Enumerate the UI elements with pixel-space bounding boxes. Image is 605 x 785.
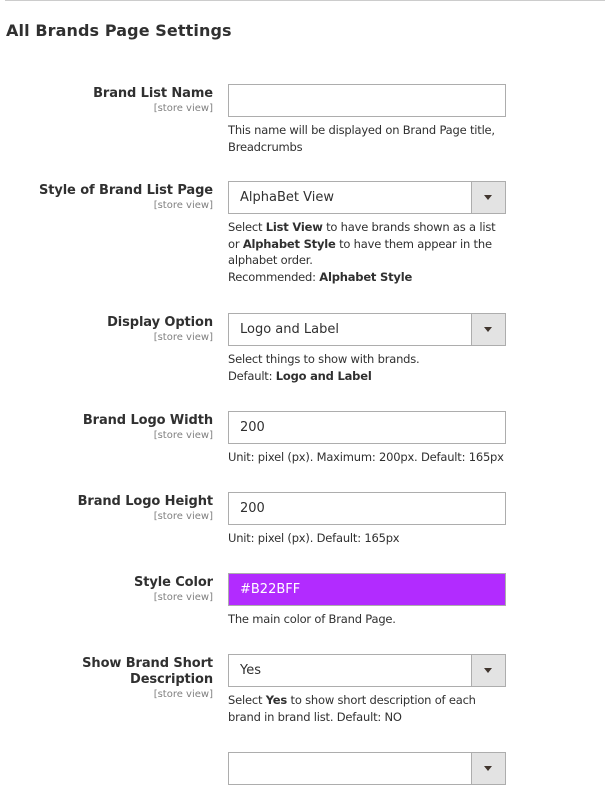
- field-label: Display Option: [107, 315, 213, 330]
- scope-label: [store view]: [153, 689, 213, 700]
- brand-logo-width-input[interactable]: [228, 411, 506, 444]
- style-color-input[interactable]: [228, 573, 506, 606]
- next-select-partial[interactable]: [228, 752, 506, 785]
- field-label-group: Show Brand Short Description [store view…: [0, 656, 213, 701]
- note-text: Recommended:: [228, 269, 320, 284]
- select-value: Yes: [240, 663, 261, 678]
- select-value: Logo and Label: [240, 322, 339, 337]
- field-note: Unit: pixel (px). Maximum: 200px. Defaul…: [228, 450, 504, 464]
- display-option-select[interactable]: Logo and Label: [228, 313, 506, 346]
- scope-label: [store view]: [153, 511, 213, 522]
- field-label-group: Style Color [store view]: [0, 575, 213, 604]
- field-label-group: Brand List Name [store view]: [0, 86, 213, 115]
- field-note: Select Yes to show short description of …: [228, 692, 498, 725]
- chevron-down-icon[interactable]: [471, 182, 505, 213]
- field-label-group: Display Option [store view]: [0, 315, 213, 344]
- field-note: Unit: pixel (px). Default: 165px: [228, 531, 400, 545]
- chevron-down-icon[interactable]: [471, 655, 505, 686]
- scope-label: [store view]: [153, 592, 213, 603]
- note-text: Select: [228, 693, 266, 707]
- field-label-group: Style of Brand List Page [store view]: [0, 183, 213, 212]
- field-note: This name will be displayed on Brand Pag…: [228, 123, 495, 154]
- field-label: Brand List Name: [93, 86, 213, 101]
- field-note: The main color of Brand Page.: [228, 612, 396, 626]
- field-label: Brand Logo Width: [82, 413, 213, 428]
- note-emphasis: Alphabet Style: [242, 236, 336, 251]
- field-note: Select List View to have brands shown as…: [228, 219, 510, 285]
- field-label-group: Brand Logo Width [store view]: [0, 413, 213, 442]
- field-note: Select things to show with brands. Defau…: [228, 351, 506, 384]
- chevron-down-icon[interactable]: [471, 753, 505, 784]
- top-divider: [5, 0, 605, 1]
- brand-list-name-input[interactable]: [228, 84, 506, 117]
- select-value: AlphaBet View: [240, 190, 334, 205]
- scope-label: [store view]: [153, 200, 213, 211]
- scope-label: [store view]: [153, 332, 213, 343]
- field-label: Style Color: [133, 575, 213, 590]
- field-label: Show Brand Short Description: [82, 656, 213, 687]
- note-emphasis: List View: [265, 220, 323, 234]
- field-label: Brand Logo Height: [77, 494, 213, 509]
- note-text: Select: [228, 220, 266, 234]
- note-text: Select things to show with brands.: [228, 352, 420, 366]
- scope-label: [store view]: [153, 103, 213, 114]
- field-label-group: Brand Logo Height [store view]: [0, 494, 213, 523]
- section-title: All Brands Page Settings: [6, 21, 232, 40]
- scope-label: [store view]: [153, 430, 213, 441]
- note-emphasis: Yes: [265, 693, 288, 707]
- chevron-down-icon[interactable]: [471, 314, 505, 345]
- field-label: Style of Brand List Page: [38, 183, 213, 198]
- note-emphasis: Logo and Label: [275, 368, 372, 383]
- style-of-brand-list-page-select[interactable]: AlphaBet View: [228, 181, 506, 214]
- brand-logo-height-input[interactable]: [228, 492, 506, 525]
- note-text: Default:: [228, 368, 276, 383]
- note-emphasis: Alphabet Style: [319, 269, 413, 284]
- show-brand-short-description-select[interactable]: Yes: [228, 654, 506, 687]
